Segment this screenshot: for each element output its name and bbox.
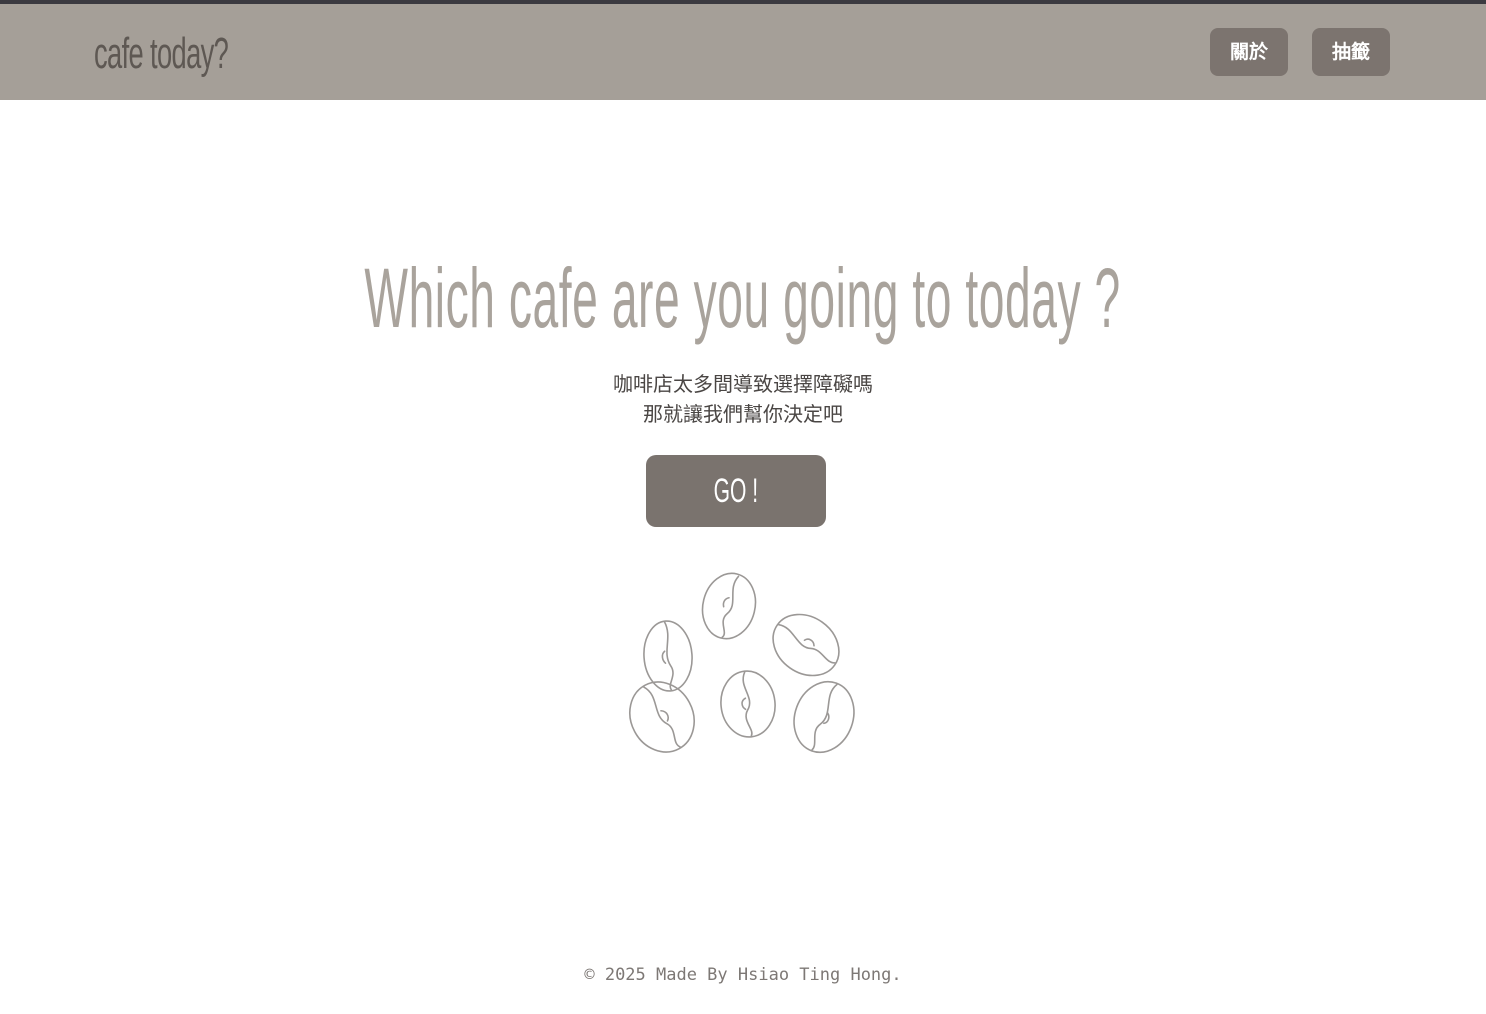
footer-copyright: © 2025 Made By Hsiao Ting Hong. — [584, 965, 902, 985]
about-button[interactable]: 關於 — [1210, 28, 1288, 76]
hero-title: Which cafe are you going to today ? — [0, 248, 1486, 348]
hero-title-text: Which cafe are you going to today ? — [364, 251, 1122, 345]
brand-logo[interactable]: cafe today? — [94, 26, 229, 82]
hero-subtitle-line2: 那就讓我們幫你決定吧 — [643, 402, 843, 426]
navbar: cafe today? 關於 抽籤 — [0, 4, 1486, 100]
go-button[interactable]: GO ! — [646, 455, 826, 527]
go-button-label: GO ! — [713, 472, 759, 510]
draw-lots-button[interactable]: 抽籤 — [1312, 28, 1390, 76]
coffee-beans-icon — [629, 572, 855, 754]
hero-subtitle-line1: 咖啡店太多間導致選擇障礙嗎 — [613, 372, 873, 396]
